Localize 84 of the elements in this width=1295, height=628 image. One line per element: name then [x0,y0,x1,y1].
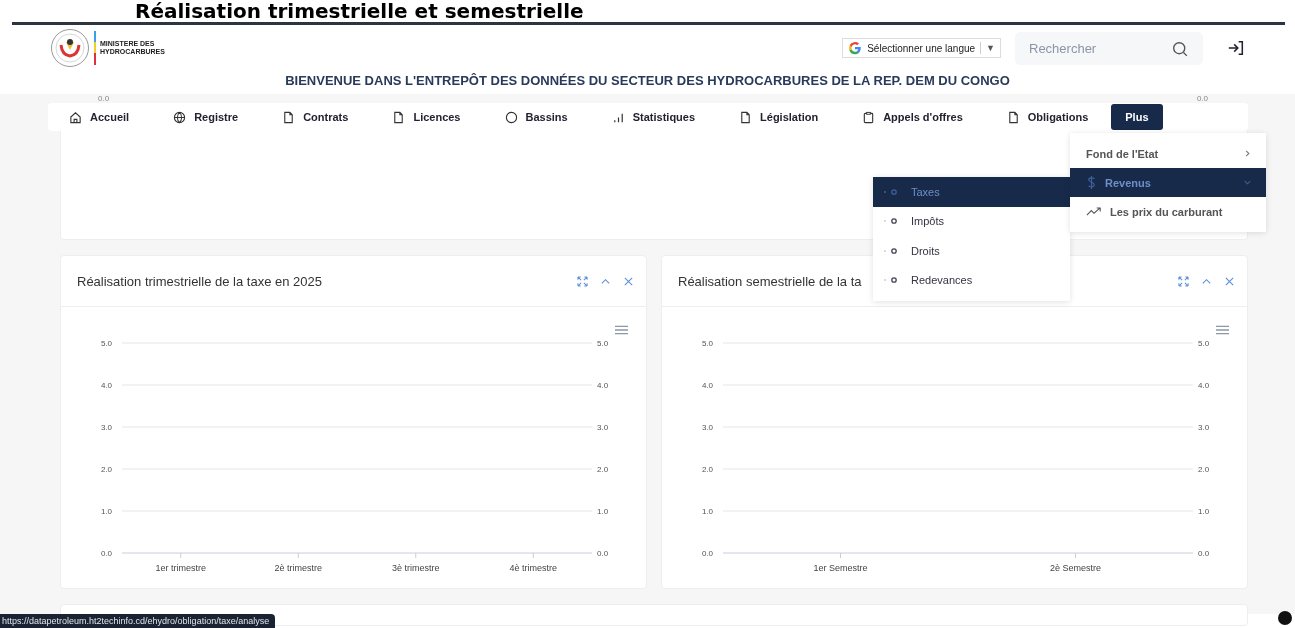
emblem-logo[interactable] [50,28,90,68]
axis-tick-label: 1.0 [597,507,609,516]
nav-item[interactable]: Plus [1111,104,1163,130]
nav-item[interactable]: Législation [730,104,828,130]
axis-tick-label: 5.0 [597,339,609,348]
axis-tick-label: 1.0 [701,507,713,516]
nav-item[interactable]: Accueil [60,104,139,130]
axis-tick-label: 2.0 [100,465,112,474]
axis-tick-label: 2.0 [1198,465,1210,474]
axis-tick-label: 4.0 [1198,381,1210,390]
axis-tick-label: 3.0 [701,423,713,432]
close-icon[interactable] [1224,275,1235,287]
axis-tick-label: 1.0 [100,507,112,516]
nav-item[interactable]: Statistiques [602,104,705,130]
home-icon [69,110,82,124]
document-icon [1006,110,1020,124]
close-icon[interactable] [623,275,634,287]
axis-tick-label: 5.0 [701,339,713,348]
axis-category-label: 3è trimestre [392,563,440,573]
status-url: https://datapetroleum.ht2techinfo.cd/ehydro/obligation/taxe/analyse [0,614,276,628]
document-icon [282,110,296,124]
nav-item[interactable]: Appels d'offres [853,104,972,130]
axis-tick-label: 0.0 [100,549,112,558]
axis-tick-label: 2.0 [597,465,609,474]
axis-tick-label: 0.0 [1198,549,1210,558]
nav-item[interactable]: Registre [164,104,248,130]
axis-category-label: 4è trimestre [509,563,557,573]
submenu-item[interactable]: Impôts [873,206,1070,236]
axis-tick-label: 4.0 [597,381,609,390]
page-heading: Réalisation trimestrielle et semestrielle [134,0,585,22]
bullet-icon [883,276,899,285]
circle-icon [504,110,518,124]
nav-item[interactable]: Licences [383,104,470,130]
nav-item[interactable]: Bassins [495,104,577,130]
menu-item[interactable]: Fond de l'Etat [1070,139,1266,168]
bullet-icon [883,217,899,226]
chart-title: Réalisation trimestrielle de la taxe en 2025 [77,273,322,289]
chevron-right-icon [1243,149,1252,158]
clipboard-icon [862,110,876,124]
axis-category-label: 1er Semestre [813,563,868,573]
globe-icon [173,110,187,124]
menu-item[interactable]: Les prix du carburant [1070,197,1266,226]
google-icon [848,41,863,55]
menu-item[interactable]: Revenus [1070,168,1266,197]
trend-icon [1086,206,1102,217]
submenu-item[interactable]: Droits [873,236,1070,266]
welcome-title: BIENVENUE DANS L'ENTREPÔT DES DONNÉES DU SECTEUR DES HYDROCARBURES DE LA REP. DEM DU CONGO [284,72,1011,90]
axis-tick-label: 4.0 [701,381,713,390]
login-icon[interactable] [1227,39,1245,57]
axis-tick-label: 3.0 [597,423,609,432]
menu-icon[interactable] [1216,325,1229,335]
document-icon [739,110,753,124]
expand-icon[interactable] [577,275,588,287]
axis-tick-label: 5.0 [1198,339,1210,348]
chart-title: Réalisation semestrielle de la ta [678,273,862,289]
document-icon [392,110,406,124]
bullet-icon [883,246,899,255]
axis-category-label: 1er trimestre [155,563,206,573]
axis-tick-label: 0.0 [1196,94,1208,103]
axis-category-label: 2è Semestre [1050,563,1101,573]
search-field[interactable]: Rechercher [1015,31,1203,65]
language-select[interactable]: Sélectionner une langue ▼ [842,38,1001,58]
axis-tick-label: 5.0 [100,339,112,348]
axis-tick-label: 0.0 [701,549,713,558]
dollar-icon [1086,175,1097,190]
axis-tick-label: 4.0 [100,381,112,390]
search-icon[interactable] [1172,40,1189,58]
expand-icon[interactable] [1178,275,1189,287]
axis-tick-label: 3.0 [1198,423,1210,432]
submenu-item[interactable]: Redevances [873,265,1070,295]
nav-item[interactable]: Contrats [273,104,358,130]
submenu-item[interactable]: Taxes [873,177,1070,207]
chevron-down-icon [1243,178,1252,187]
axis-tick-label: 2.0 [701,465,713,474]
flag-stripe [94,31,96,65]
axis-tick-label: 1.0 [1198,507,1210,516]
axis-tick-label: 3.0 [100,423,112,432]
axis-tick-label: 0.0 [98,94,110,103]
menu-icon[interactable] [615,325,628,335]
axis-category-label: 2è trimestre [274,563,322,573]
axis-tick-label: 0.0 [597,549,609,558]
bullet-icon [883,187,899,196]
symfony-badge-icon[interactable] [1278,611,1292,625]
nav-item[interactable]: Obligations [997,104,1098,130]
